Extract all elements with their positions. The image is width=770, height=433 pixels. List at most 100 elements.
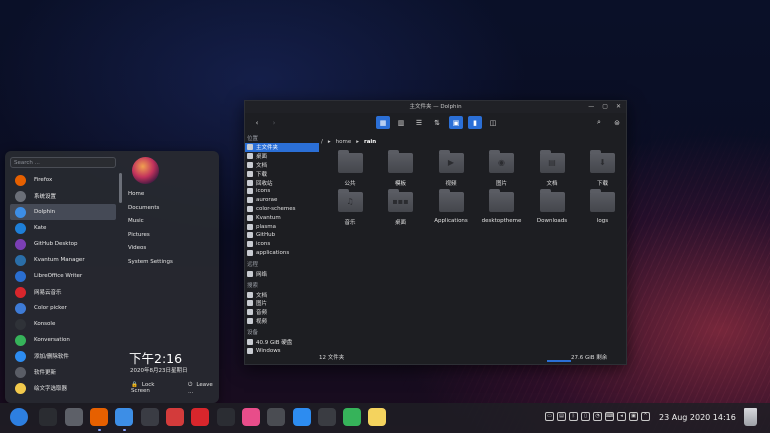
notes-tray-icon[interactable]: ▤	[557, 412, 566, 421]
camera-icon[interactable]	[318, 408, 336, 426]
file-item[interactable]: 公共	[325, 150, 375, 187]
file-item[interactable]: ▤ 文档	[527, 150, 577, 187]
sort-button[interactable]: ⇅	[430, 116, 444, 129]
launcher-app-item[interactable]: 系统设置	[10, 188, 116, 204]
launcher-icon[interactable]	[10, 408, 28, 426]
file-item[interactable]: Applications	[426, 189, 476, 224]
breadcrumb-root[interactable]: /	[321, 139, 323, 145]
icons-view-button[interactable]: ▦	[376, 116, 390, 129]
launcher-app-item[interactable]: Dolphin	[10, 204, 116, 220]
settings-icon[interactable]	[65, 408, 83, 426]
sidebar-item[interactable]: Kvantum	[245, 213, 319, 222]
file-item[interactable]: logs	[578, 189, 628, 224]
bookmark-button[interactable]: ▮	[468, 116, 482, 129]
launcher-app-item[interactable]: 绘文字选取器	[10, 380, 116, 396]
trash-icon[interactable]	[744, 408, 757, 426]
sidebar-item[interactable]: color-schemes	[245, 205, 319, 214]
launcher-app-item[interactable]: Konsole	[10, 316, 116, 332]
launcher-place-item[interactable]: Home	[128, 191, 173, 205]
music-icon[interactable]	[166, 408, 184, 426]
launcher-app-item[interactable]: 添加/删除软件	[10, 348, 116, 364]
launcher-app-item[interactable]: Konversation	[10, 332, 116, 348]
keyboard-icon[interactable]: ⌨	[605, 412, 614, 421]
sidebar-item[interactable]: icons	[245, 187, 319, 196]
launcher-search-input[interactable]: Search ...	[10, 157, 116, 168]
sidebar-item[interactable]: 图片	[245, 299, 319, 308]
file-item[interactable]: ♫ 音乐	[325, 189, 375, 226]
launcher-scrollbar[interactable]	[119, 173, 122, 203]
calculator-icon[interactable]	[267, 408, 285, 426]
details-view-button[interactable]: ☰	[412, 116, 426, 129]
launcher-place-item[interactable]: System Settings	[128, 259, 173, 273]
sidebar-item[interactable]: Windows	[245, 346, 319, 355]
breadcrumb-current[interactable]: rain	[364, 139, 376, 145]
device-icon[interactable]: ▯	[581, 412, 590, 421]
launcher-place-item[interactable]: Music	[128, 218, 173, 232]
sidebar-item[interactable]: 回收站	[245, 178, 319, 187]
preview-button[interactable]: ▣	[449, 116, 463, 129]
expand-tray-icon[interactable]: ^	[641, 412, 650, 421]
sidebar-item[interactable]: icons	[245, 240, 319, 249]
dolphin-icon[interactable]	[115, 408, 133, 426]
sidebar-item[interactable]: plasma	[245, 222, 319, 231]
app-store-icon[interactable]	[293, 408, 311, 426]
sidebar-item[interactable]: 桌面	[245, 152, 319, 161]
messages-icon[interactable]	[343, 408, 361, 426]
launcher-place-item[interactable]: Documents	[128, 205, 173, 219]
launcher-app-item[interactable]: GitHub Desktop	[10, 236, 116, 252]
sidebar-item[interactable]: 文档	[245, 161, 319, 170]
kvantum-icon[interactable]	[141, 408, 159, 426]
launcher-app-item[interactable]: Firefox	[10, 172, 116, 188]
user-avatar[interactable]	[132, 157, 159, 184]
terminal-icon[interactable]	[39, 408, 57, 426]
sidebar-item[interactable]: aurorae	[245, 196, 319, 205]
launcher-app-item[interactable]: 软件更新	[10, 364, 116, 380]
file-item[interactable]: Downloads	[527, 189, 577, 224]
launcher-app-item[interactable]: Kvantum Manager	[10, 252, 116, 268]
file-item[interactable]: desktoptheme	[477, 189, 527, 224]
sidebar-item[interactable]: applications	[245, 249, 319, 258]
breadcrumb-home[interactable]: home	[336, 139, 352, 145]
notifications-icon[interactable]: ◔	[593, 412, 602, 421]
sidebar-item[interactable]: 文档	[245, 290, 319, 299]
netease-music-icon[interactable]	[191, 408, 209, 426]
sidebar-item[interactable]: 音频	[245, 308, 319, 317]
dock-clock[interactable]: 23 Aug 2020 14:16	[659, 413, 736, 422]
window-titlebar[interactable]: 主文件夹 — Dolphin — ▢ ✕	[245, 101, 626, 113]
file-item[interactable]: 模板	[376, 150, 426, 187]
sidebar-item[interactable]: 视频	[245, 317, 319, 326]
launcher-app-item[interactable]: Kate	[10, 220, 116, 236]
sidebar-item[interactable]: 主文件夹	[245, 143, 319, 152]
forward-button[interactable]: ›	[267, 116, 281, 129]
close-icon[interactable]: ✕	[616, 101, 621, 113]
file-item[interactable]: ▪▪▪ 桌面	[376, 189, 426, 226]
minimize-icon[interactable]: —	[588, 101, 594, 113]
maximize-icon[interactable]: ▢	[602, 101, 608, 113]
volume-icon[interactable]: ◂	[617, 412, 626, 421]
bluetooth-icon[interactable]: ᛒ	[569, 412, 578, 421]
sidebar-item[interactable]: 下载	[245, 169, 319, 178]
sidebar-item[interactable]: 网络	[245, 269, 319, 278]
compact-view-button[interactable]: ▥	[394, 116, 408, 129]
sidebar-item[interactable]: 40.9 GiB 硬盘	[245, 337, 319, 346]
network-icon[interactable]: ▣	[629, 412, 638, 421]
search-button[interactable]: ⌕	[592, 116, 606, 129]
leave-button[interactable]: ⏻ Leave ...	[188, 382, 219, 395]
github-icon[interactable]	[217, 408, 235, 426]
back-button[interactable]: ‹	[250, 116, 264, 129]
clipboard-icon[interactable]: ▭	[545, 412, 554, 421]
firefox-icon[interactable]	[90, 408, 108, 426]
launcher-app-item[interactable]: LibreOffice Writer	[10, 268, 116, 284]
launcher-place-item[interactable]: Pictures	[128, 232, 173, 246]
lock-screen-button[interactable]: 🔒 Lock Screen	[131, 382, 174, 395]
file-item[interactable]: ◉ 图片	[477, 150, 527, 187]
split-view-button[interactable]: ◫	[486, 116, 500, 129]
menu-button[interactable]: ⊜	[610, 116, 624, 129]
launcher-app-item[interactable]: Color picker	[10, 300, 116, 316]
sidebar-item[interactable]: GitHub	[245, 231, 319, 240]
file-item[interactable]: ⬇ 下载	[578, 150, 628, 187]
itunes-icon[interactable]	[242, 408, 260, 426]
launcher-app-item[interactable]: 网易云音乐	[10, 284, 116, 300]
notes-icon[interactable]	[368, 408, 386, 426]
launcher-place-item[interactable]: Videos	[128, 245, 173, 259]
